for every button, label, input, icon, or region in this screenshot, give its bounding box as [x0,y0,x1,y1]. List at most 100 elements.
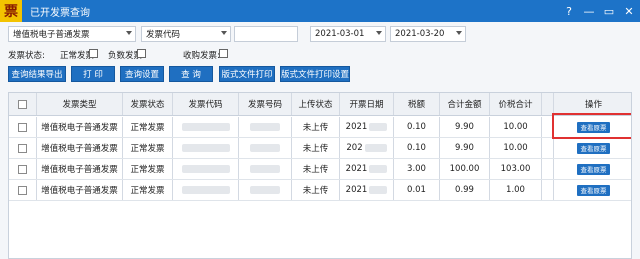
header-type[interactable]: 发票类型 [37,93,123,115]
filter-row: 增值税电子普通发票 发票代码 2021-03-01 2021-03-20 [0,26,640,42]
layout-print-button[interactable]: 版式文件打印 [219,66,275,82]
select-all-checkbox[interactable] [18,99,27,109]
redacted-date [369,165,388,173]
redacted-number [250,123,280,131]
layout-print-settings-button[interactable]: 版式文件打印设置 [280,66,350,82]
header-tax[interactable]: 税额 [394,93,440,115]
cell-status: 正常发票 [123,159,173,179]
row-select-cell [9,138,37,158]
cell-type: 增值税电子普通发票 [37,159,123,179]
cell-truncated [542,159,554,179]
negative-invoice-checkbox[interactable] [137,49,146,58]
row-checkbox[interactable] [18,143,27,153]
app-logo: 票 [0,0,22,22]
redacted-number [250,165,280,173]
cell-truncated [542,138,554,158]
search-value-input[interactable] [234,26,298,42]
window-controls: ? — ▭ ✕ [562,0,636,22]
date-to-picker[interactable]: 2021-03-20 [390,26,466,42]
cell-action: 查看原票 [554,180,631,200]
row-select-cell [9,159,37,179]
cell-sum: 103.00 [490,159,542,179]
header-status[interactable]: 发票状态 [123,93,173,115]
view-original-button[interactable]: 查看原票 [577,142,610,154]
chevron-down-icon [221,31,227,35]
cell-tax: 0.10 [394,117,440,137]
search-field-select[interactable]: 发票代码 [141,26,231,42]
row-select-cell [9,117,37,137]
cell-code [173,117,239,137]
redacted-code [181,186,230,194]
purchase-invoice-label: 收购发票: [183,51,220,61]
cell-code [173,180,239,200]
highlight-annotation [552,113,631,139]
header-sum[interactable]: 价税合计 [490,93,542,115]
status-filter-row: 发票状态: 正常发票 负数发票 收购发票: [0,47,640,61]
chevron-down-icon [126,31,132,35]
cell-upload: 未上传 [292,138,340,158]
invoice-kind-select[interactable]: 增值税电子普通发票 [8,26,136,42]
cell-code [173,138,239,158]
cell-tax: 0.01 [394,180,440,200]
cell-upload: 未上传 [292,159,340,179]
normal-invoice-checkbox[interactable] [89,49,98,58]
date-from-picker[interactable]: 2021-03-01 [310,26,386,42]
maximize-icon[interactable]: ▭ [602,4,616,18]
view-original-button[interactable]: 查看原票 [577,163,610,175]
header-total[interactable]: 合计金额 [440,93,490,115]
row-select-cell [9,180,37,200]
chevron-down-icon [456,31,462,35]
help-icon[interactable]: ? [562,4,576,18]
cell-number [239,117,292,137]
table-row[interactable]: 增值税电子普通发票 正常发票 未上传 2021 0.01 0.99 1.00 查… [9,180,631,201]
table-header: 发票类型 发票状态 发票代码 发票号码 上传状态 开票日期 税额 合计金额 价税… [9,93,631,116]
chevron-down-icon [376,31,382,35]
title-bar: 票 已开发票查询 ? — ▭ ✕ [0,0,640,22]
cell-sum: 10.00 [490,117,542,137]
table-row[interactable]: 增值税电子普通发票 正常发票 未上传 202 0.10 9.90 10.00 查… [9,138,631,159]
redacted-date [369,123,388,131]
cell-date: 2021 [340,159,394,179]
row-checkbox[interactable] [18,122,27,132]
table-row[interactable]: 增值税电子普通发票 正常发票 未上传 2021 3.00 100.00 103.… [9,159,631,180]
cell-date: 2021 [340,117,394,137]
select-all-cell [9,93,37,115]
cell-total: 0.99 [440,180,490,200]
redacted-date [369,186,388,194]
cell-sum: 10.00 [490,138,542,158]
cell-status: 正常发票 [123,180,173,200]
redacted-number [250,186,280,194]
print-button[interactable]: 打 印 [71,66,115,82]
header-date[interactable]: 开票日期 [340,93,394,115]
cell-status: 正常发票 [123,138,173,158]
cell-code [173,159,239,179]
view-original-button[interactable]: 查看原票 [577,184,610,196]
window-title: 已开发票查询 [30,7,90,19]
header-truncated[interactable] [542,93,554,115]
query-button[interactable]: 查 询 [169,66,213,82]
cell-status: 正常发票 [123,117,173,137]
redacted-code [181,144,230,152]
redacted-date [364,144,387,152]
header-upload[interactable]: 上传状态 [292,93,340,115]
cell-action: 查看原票 [554,159,631,179]
export-button[interactable]: 查询结果导出 [8,66,66,82]
date-to-value: 2021-03-20 [395,29,445,39]
minimize-icon[interactable]: — [582,4,596,18]
purchase-invoice-checkbox[interactable] [219,49,228,58]
redacted-code [181,123,230,131]
search-field-value: 发票代码 [146,30,181,40]
table-row[interactable]: 增值税电子普通发票 正常发票 未上传 2021 0.10 9.90 10.00 … [9,117,631,138]
row-checkbox[interactable] [18,185,27,195]
cell-upload: 未上传 [292,180,340,200]
cell-number [239,180,292,200]
row-checkbox[interactable] [18,164,27,174]
invoice-table: 发票类型 发票状态 发票代码 发票号码 上传状态 开票日期 税额 合计金额 价税… [8,92,632,259]
cell-truncated [542,180,554,200]
query-settings-button[interactable]: 查询设置 [120,66,164,82]
date-text: 2021 [345,122,368,132]
close-icon[interactable]: ✕ [622,4,636,18]
header-code[interactable]: 发票代码 [173,93,239,115]
redacted-number [250,144,280,152]
header-number[interactable]: 发票号码 [239,93,292,115]
